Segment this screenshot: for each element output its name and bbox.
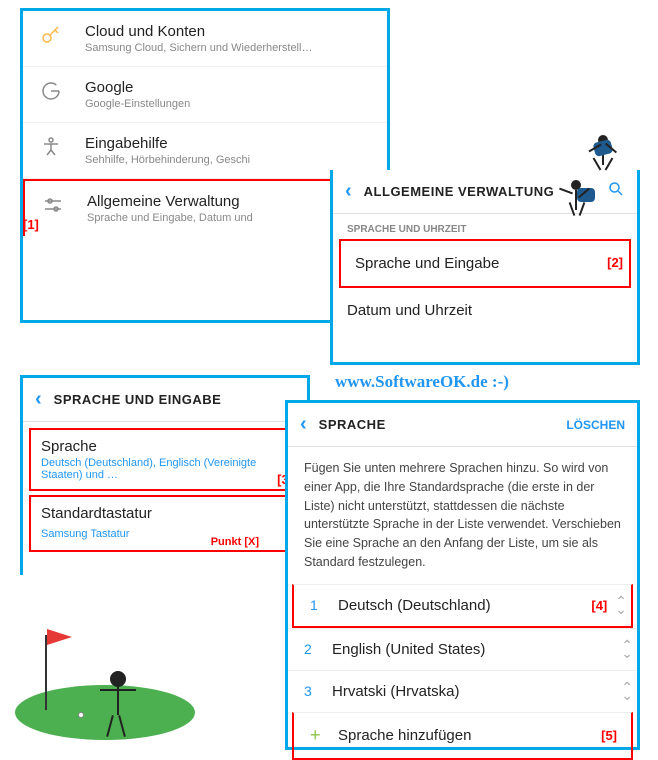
date-time-item[interactable]: Datum und Uhrzeit	[333, 288, 637, 333]
back-icon[interactable]: ‹	[35, 388, 42, 411]
item-title: Allgemeine Verwaltung	[87, 193, 369, 210]
item-subtitle: Deutsch (Deutschland), Englisch (Vereini…	[41, 457, 289, 481]
item-subtitle: Samsung Cloud, Sichern und Wiederherstel…	[85, 42, 371, 54]
marker-5: [5]	[601, 728, 617, 743]
back-icon[interactable]: ‹	[345, 180, 352, 203]
watermark: www.SoftwareOK.de :-)	[335, 372, 509, 392]
language-input-item[interactable]: Sprache und Eingabe [2]	[339, 239, 631, 288]
item-subtitle: Sprache und Eingabe, Datum und	[87, 212, 369, 224]
item-title: Cloud und Konten	[85, 23, 371, 40]
settings-item-google[interactable]: Google Google-Einstellungen	[23, 67, 387, 123]
language-list-panel: ‹ SPRACHE LÖSCHEN Fügen Sie unten mehrer…	[285, 400, 640, 750]
back-icon[interactable]: ‹	[300, 413, 307, 436]
drag-handle-icon[interactable]: ⌃⌄	[615, 597, 625, 614]
drag-handle-icon[interactable]: ⌃⌄	[621, 641, 631, 658]
language-item[interactable]: Sprache Deutsch (Deutschland), Englisch …	[29, 428, 301, 491]
lang-name: English (United States)	[332, 641, 621, 658]
delete-action[interactable]: LÖSCHEN	[566, 418, 625, 432]
lang-name: Deutsch (Deutschland)	[338, 597, 591, 614]
item-subtitle: Google-Einstellungen	[85, 98, 371, 110]
item-subtitle: Samsung Tastatur	[41, 528, 129, 540]
header-title: SPRACHE	[319, 417, 567, 432]
settings-item-cloud[interactable]: Cloud und Konten Samsung Cloud, Sichern …	[23, 11, 387, 67]
lang-number: 2	[304, 641, 332, 657]
language-row-1[interactable]: 1 Deutsch (Deutschland) [4] ⌃⌄	[292, 584, 633, 628]
accessibility-icon	[39, 135, 63, 159]
default-keyboard-item[interactable]: Standardtastatur Samsung Tastatur Punkt …	[29, 495, 301, 552]
lang-name: Hrvatski (Hrvatska)	[332, 683, 621, 700]
sliders-icon	[41, 193, 65, 217]
panel-header: ‹ SPRACHE UND EINGABE	[23, 378, 307, 422]
drag-handle-icon[interactable]: ⌃⌄	[621, 683, 631, 700]
marker-2: [2]	[607, 255, 623, 270]
language-row-2[interactable]: 2 English (United States) ⌃⌄	[288, 628, 637, 670]
marker-4: [4]	[591, 598, 607, 613]
item-title: Sprache	[41, 438, 289, 455]
language-input-panel: ‹ SPRACHE UND EINGABE Sprache Deutsch (D…	[20, 375, 310, 575]
header-title: SPRACHE UND EINGABE	[54, 392, 295, 407]
item-title: Google	[85, 79, 371, 96]
item-title: Standardtastatur	[41, 505, 289, 522]
add-language-label: Sprache hinzufügen	[338, 727, 601, 744]
google-icon	[39, 79, 63, 103]
item-label: Sprache und Eingabe	[355, 255, 499, 272]
plus-icon: +	[310, 725, 338, 746]
marker-1: [1]	[23, 217, 39, 232]
language-row-3[interactable]: 3 Hrvatski (Hrvatska) ⌃⌄	[288, 670, 637, 712]
item-subtitle: Sehhilfe, Hörbehinderung, Geschi	[85, 154, 371, 166]
marker-punkt: Punkt [X]	[211, 536, 259, 548]
lang-number: 1	[310, 597, 338, 613]
panel-header: ‹ SPRACHE LÖSCHEN	[288, 403, 637, 447]
lang-number: 3	[304, 683, 332, 699]
item-title: Eingabehilfe	[85, 135, 371, 152]
climbers-decoration	[563, 135, 653, 235]
info-text: Fügen Sie unten mehrere Sprachen hinzu. …	[288, 447, 637, 584]
add-language-row[interactable]: + Sprache hinzufügen [5]	[292, 712, 633, 760]
item-label: Datum und Uhrzeit	[347, 302, 472, 319]
golf-decoration	[15, 620, 215, 740]
key-icon	[39, 23, 63, 47]
